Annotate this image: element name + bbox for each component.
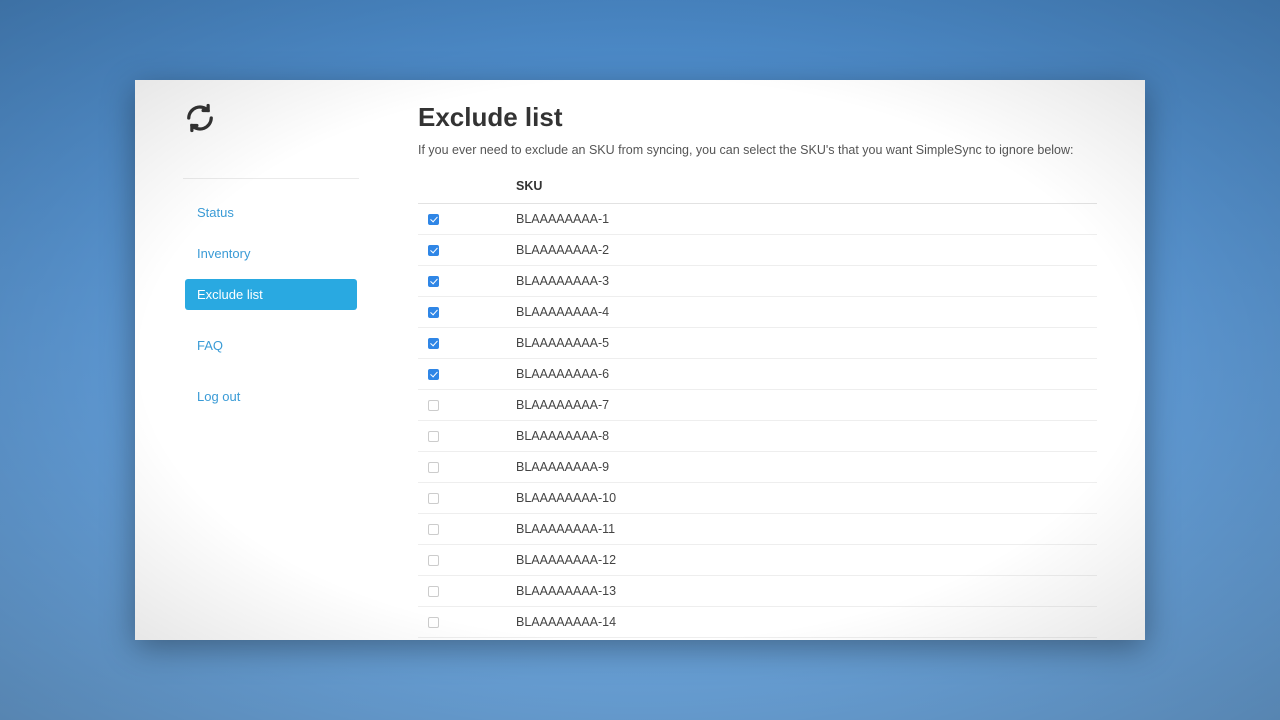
exclude-checkbox[interactable] (428, 369, 439, 380)
table-row: BLAAAAAAAA-9 (418, 452, 1097, 483)
table-cell-check (418, 204, 510, 235)
table-row: BLAAAAAAAA-2 (418, 235, 1097, 266)
sidebar: Status Inventory Exclude list FAQ Log ou… (135, 80, 370, 640)
exclude-checkbox[interactable] (428, 400, 439, 411)
table-row: BLAAAAAAAA-14 (418, 607, 1097, 638)
exclude-checkbox[interactable] (428, 462, 439, 473)
table-cell-sku: BLAAAAAAAA-6 (510, 359, 1097, 390)
table-cell-check (418, 452, 510, 483)
table-cell-check (418, 607, 510, 638)
sidebar-divider (183, 178, 359, 179)
table-cell-sku: BLAAAAAAAA-11 (510, 514, 1097, 545)
table-cell-check (418, 638, 510, 641)
table-row: BLAAAAAAAA-7 (418, 390, 1097, 421)
table-cell-check (418, 297, 510, 328)
exclude-checkbox[interactable] (428, 276, 439, 287)
table-row: BLAAAAAAAA-15 (418, 638, 1097, 641)
table-cell-sku: BLAAAAAAAA-1 (510, 204, 1097, 235)
table-cell-check (418, 235, 510, 266)
exclude-checkbox[interactable] (428, 431, 439, 442)
exclude-checkbox[interactable] (428, 493, 439, 504)
table-cell-check (418, 421, 510, 452)
table-cell-check (418, 545, 510, 576)
table-cell-sku: BLAAAAAAAA-9 (510, 452, 1097, 483)
exclude-checkbox[interactable] (428, 307, 439, 318)
exclude-checkbox[interactable] (428, 586, 439, 597)
exclude-checkbox[interactable] (428, 524, 439, 535)
table-row: BLAAAAAAAA-4 (418, 297, 1097, 328)
table-row: BLAAAAAAAA-8 (418, 421, 1097, 452)
table-cell-sku: BLAAAAAAAA-4 (510, 297, 1097, 328)
table-cell-sku: BLAAAAAAAA-8 (510, 421, 1097, 452)
table-row: BLAAAAAAAA-12 (418, 545, 1097, 576)
sidebar-item-exclude-list[interactable]: Exclude list (185, 279, 357, 310)
table-header-sku: SKU (510, 171, 1097, 204)
table-row: BLAAAAAAAA-1 (418, 204, 1097, 235)
table-cell-check (418, 483, 510, 514)
table-header-check (418, 171, 510, 204)
table-cell-sku: BLAAAAAAAA-15 (510, 638, 1097, 641)
exclude-checkbox[interactable] (428, 214, 439, 225)
table-cell-sku: BLAAAAAAAA-5 (510, 328, 1097, 359)
table-cell-sku: BLAAAAAAAA-7 (510, 390, 1097, 421)
page-description: If you ever need to exclude an SKU from … (418, 143, 1097, 157)
table-cell-sku: BLAAAAAAAA-10 (510, 483, 1097, 514)
sidebar-nav: Status Inventory Exclude list FAQ Log ou… (185, 197, 357, 412)
table-row: BLAAAAAAAA-11 (418, 514, 1097, 545)
table-row: BLAAAAAAAA-3 (418, 266, 1097, 297)
table-row: BLAAAAAAAA-13 (418, 576, 1097, 607)
table-cell-sku: BLAAAAAAAA-12 (510, 545, 1097, 576)
exclude-checkbox[interactable] (428, 555, 439, 566)
table-cell-check (418, 390, 510, 421)
sidebar-item-logout[interactable]: Log out (185, 381, 357, 412)
exclude-checkbox[interactable] (428, 617, 439, 628)
sidebar-item-faq[interactable]: FAQ (185, 330, 357, 361)
table-cell-sku: BLAAAAAAAA-13 (510, 576, 1097, 607)
exclude-checkbox[interactable] (428, 338, 439, 349)
table-row: BLAAAAAAAA-6 (418, 359, 1097, 390)
table-cell-check (418, 514, 510, 545)
main-content: Exclude list If you ever need to exclude… (370, 80, 1145, 640)
app-window: Status Inventory Exclude list FAQ Log ou… (135, 80, 1145, 640)
exclude-checkbox[interactable] (428, 245, 439, 256)
sidebar-item-status[interactable]: Status (185, 197, 357, 228)
table-row: BLAAAAAAAA-10 (418, 483, 1097, 514)
table-cell-sku: BLAAAAAAAA-14 (510, 607, 1097, 638)
table-cell-sku: BLAAAAAAAA-3 (510, 266, 1097, 297)
table-cell-check (418, 266, 510, 297)
table-cell-check (418, 328, 510, 359)
sidebar-item-inventory[interactable]: Inventory (185, 238, 357, 269)
table-cell-sku: BLAAAAAAAA-2 (510, 235, 1097, 266)
table-cell-check (418, 359, 510, 390)
sync-icon (185, 120, 215, 137)
exclude-table: SKU BLAAAAAAAA-1BLAAAAAAAA-2BLAAAAAAAA-3… (418, 171, 1097, 640)
table-row: BLAAAAAAAA-5 (418, 328, 1097, 359)
page-title: Exclude list (418, 102, 1097, 133)
app-logo (185, 103, 357, 138)
table-cell-check (418, 576, 510, 607)
